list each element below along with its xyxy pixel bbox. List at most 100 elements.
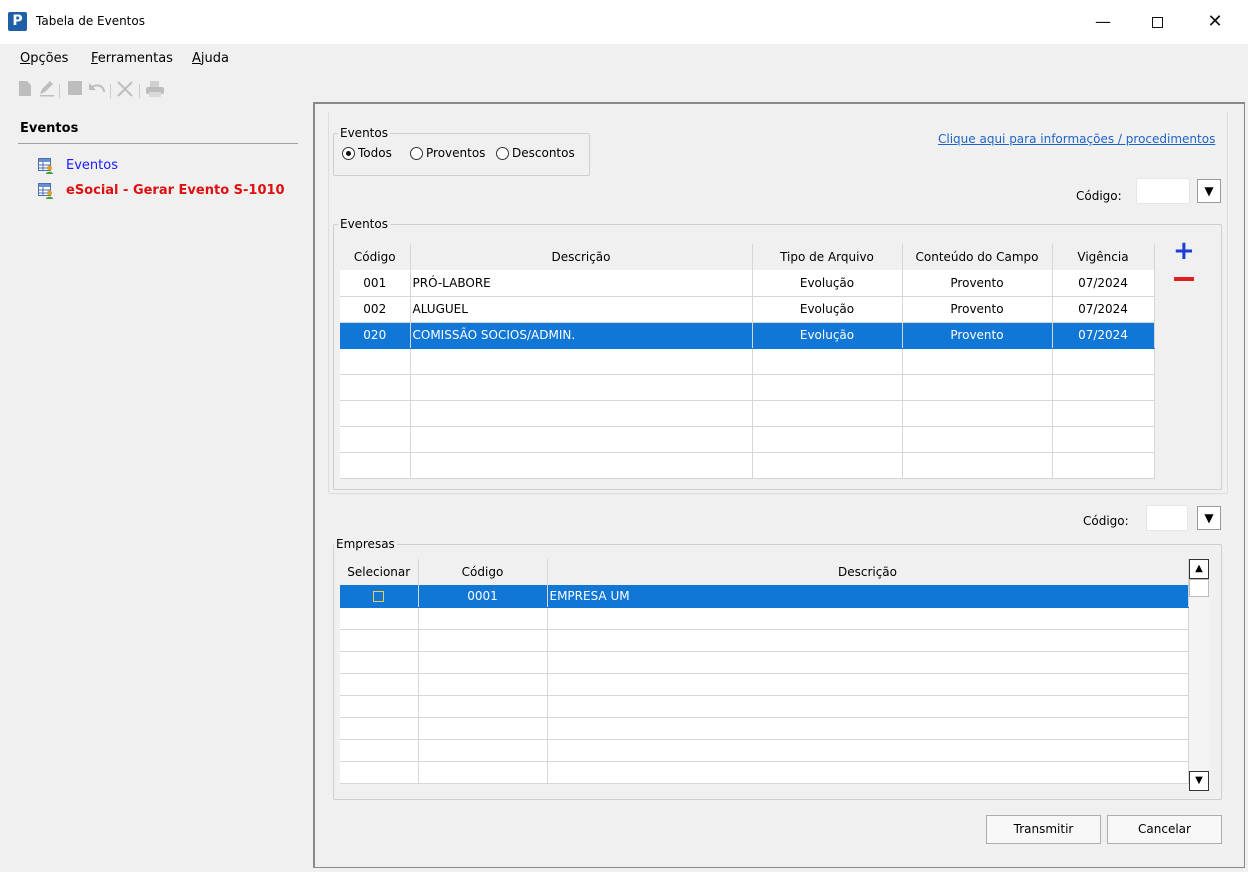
- codigo-events-input[interactable]: [1136, 178, 1190, 204]
- events-col-header[interactable]: Tipo de Arquivo: [752, 244, 903, 270]
- table-cell: [418, 607, 548, 630]
- codigo-companies-input[interactable]: [1146, 505, 1188, 531]
- table-row[interactable]: [340, 629, 1189, 652]
- table-cell: [547, 761, 1189, 784]
- radio-descontos[interactable]: Descontos: [496, 146, 575, 160]
- table-cell: [418, 761, 548, 784]
- menu-opcoes[interactable]: Opções: [20, 51, 68, 66]
- table-row[interactable]: [340, 452, 1155, 479]
- table-row[interactable]: 0001 EMPRESA UM: [340, 585, 1189, 608]
- radio-dot: [496, 146, 509, 160]
- table-cell: [547, 739, 1189, 762]
- toolbar-separator: [139, 84, 140, 98]
- events-col-header[interactable]: Código: [340, 244, 411, 270]
- table-cell: [1052, 348, 1155, 375]
- cancel-button[interactable]: Cancelar: [1107, 815, 1222, 844]
- edit-icon[interactable]: [37, 80, 57, 100]
- left-panel-header: Eventos: [20, 121, 79, 136]
- table-cell: [340, 348, 411, 375]
- table-row[interactable]: [340, 348, 1155, 375]
- scroll-up-icon[interactable]: ▲: [1189, 559, 1209, 579]
- table-cell: [547, 651, 1189, 674]
- table-row[interactable]: [340, 651, 1189, 674]
- radio-label: Proventos: [426, 146, 486, 160]
- table-cell: [418, 651, 548, 674]
- table-row[interactable]: 020 COMISSÃO SOCIOS/ADMIN. Evolução Provent…: [340, 322, 1155, 349]
- table-cell: 07/2024: [1052, 322, 1155, 349]
- table-cell: [340, 607, 419, 630]
- table-row[interactable]: [340, 717, 1189, 740]
- menu-ajuda[interactable]: Ajuda: [192, 51, 229, 66]
- remove-icon[interactable]: [1174, 277, 1194, 281]
- events-col-header[interactable]: Conteúdo do Campo: [902, 244, 1053, 270]
- table-cell: [1052, 426, 1155, 453]
- codigo-companies-dropdown[interactable]: ▼: [1197, 506, 1221, 530]
- table-cell: [547, 717, 1189, 740]
- table-row[interactable]: [340, 426, 1155, 453]
- table-cell: [340, 761, 419, 784]
- events-col-header[interactable]: Descrição: [410, 244, 753, 270]
- codigo-events-dropdown[interactable]: ▼: [1197, 179, 1221, 203]
- table-cell: [340, 400, 411, 427]
- undo-icon[interactable]: [87, 80, 107, 100]
- table-row[interactable]: [340, 374, 1155, 401]
- table-row[interactable]: [340, 673, 1189, 696]
- radio-proventos[interactable]: Proventos: [410, 146, 485, 160]
- table-row[interactable]: [340, 400, 1155, 427]
- scroll-down-icon[interactable]: ▼: [1189, 771, 1209, 791]
- companies-table: Selecionar Código Descrição 0001 EMPRESA UM: [340, 559, 1189, 784]
- table-cell: [410, 426, 753, 453]
- table-cell: [902, 348, 1053, 375]
- table-cell: Evolução: [752, 322, 903, 349]
- table-cell: [902, 400, 1053, 427]
- delete-icon[interactable]: [115, 80, 135, 100]
- table-row[interactable]: [340, 695, 1189, 718]
- table-row[interactable]: 002 ALUGUEL Evolução Provento 07/2024: [340, 296, 1155, 323]
- menu-bar: [0, 44, 1248, 74]
- table-cell: [340, 452, 411, 479]
- companies-col-header[interactable]: Código: [418, 559, 548, 585]
- scroll-thumb[interactable]: [1189, 579, 1209, 597]
- toolbar-separator: [59, 84, 60, 98]
- print-icon[interactable]: [145, 80, 165, 100]
- table-cell: [1052, 400, 1155, 427]
- maximize-icon: [1151, 17, 1163, 28]
- new-document-icon[interactable]: [15, 80, 35, 100]
- select-checkbox[interactable]: [373, 590, 385, 602]
- table-user-icon: [38, 158, 53, 174]
- table-row[interactable]: [340, 607, 1189, 630]
- radio-todos[interactable]: Todos: [342, 146, 392, 160]
- menu-ajuda-label: juda: [200, 51, 229, 66]
- minimize-button[interactable]: —: [1076, 0, 1130, 44]
- companies-col-header[interactable]: Selecionar: [340, 559, 419, 585]
- title-bar: [0, 0, 1248, 44]
- table-cell: EMPRESA UM: [547, 585, 1189, 608]
- save-icon[interactable]: [65, 80, 85, 100]
- add-icon[interactable]: +: [1173, 238, 1195, 264]
- table-row[interactable]: 001 PRÓ-LABORE Evolução Provento 07/2024: [340, 270, 1155, 297]
- left-panel-divider: [18, 143, 298, 144]
- menu-ferramentas-label: erramentas: [97, 51, 173, 66]
- table-cell: [340, 629, 419, 652]
- table-cell: 001: [340, 270, 411, 297]
- companies-scrollbar[interactable]: ▲ ▼: [1189, 559, 1210, 791]
- table-row[interactable]: [340, 761, 1189, 784]
- info-procedures-link[interactable]: Clique aqui para informações / procedime…: [938, 132, 1215, 146]
- maximize-button[interactable]: [1130, 0, 1184, 44]
- table-cell: [902, 426, 1053, 453]
- menu-ferramentas[interactable]: Ferramentas: [91, 51, 173, 66]
- events-col-header[interactable]: Vigência: [1052, 244, 1155, 270]
- events-table: Código Descrição Tipo de Arquivo Conteúdo d…: [340, 244, 1155, 479]
- table-cell: [752, 400, 903, 427]
- close-button[interactable]: ✕: [1188, 0, 1242, 44]
- table-cell: [418, 673, 548, 696]
- companies-col-header[interactable]: Descrição: [547, 559, 1189, 585]
- transmit-button[interactable]: Transmitir: [986, 815, 1101, 844]
- table-cell: [418, 717, 548, 740]
- table-cell: PRÓ-LABORE: [410, 270, 753, 297]
- table-cell: ALUGUEL: [410, 296, 753, 323]
- table-row[interactable]: [340, 739, 1189, 762]
- table-cell: [410, 348, 753, 375]
- radio-label: Descontos: [512, 146, 575, 160]
- codigo-label: Código:: [1083, 514, 1129, 528]
